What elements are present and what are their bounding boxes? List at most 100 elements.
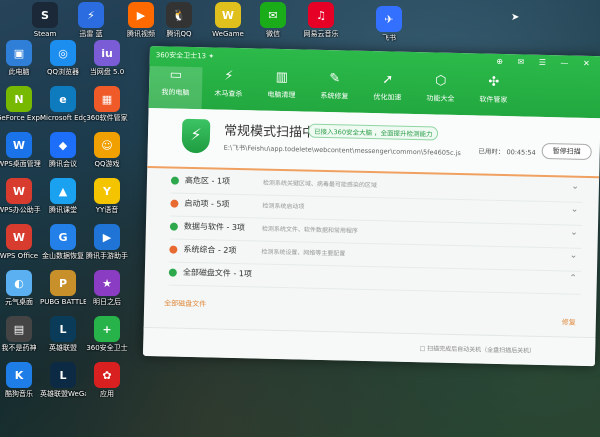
desktop-icon[interactable]: W WeGame: [205, 2, 251, 38]
desktop-icon[interactable]: L 英雄联盟: [40, 316, 86, 352]
desktop-icon[interactable]: ▲ 腾讯课堂: [40, 178, 86, 214]
app-icon: ◐: [6, 270, 32, 296]
chevron-icon[interactable]: ⌄: [570, 228, 578, 238]
app-icon: 🐧: [166, 2, 192, 28]
desktop-icon[interactable]: N GeForce Experience: [0, 86, 42, 122]
app-icon: ♫: [308, 2, 334, 28]
app-icon: ◎: [50, 40, 76, 66]
app-icon: ✿: [94, 362, 120, 388]
desktop-icon[interactable]: K 酷狗音乐: [0, 362, 42, 398]
all-disk-files-sublabel: 全部磁盘文件: [164, 299, 207, 309]
desktop-icon-label: Steam: [33, 30, 57, 38]
desktop-icon[interactable]: ▣ 此电脑: [0, 40, 42, 76]
nav-tab[interactable]: ➚ 优化加速: [361, 71, 415, 114]
mouse-cursor-icon: ➤: [511, 12, 520, 23]
nav-icon: ▥: [275, 69, 289, 86]
scan-item-desc: 检测系统启动项: [262, 202, 305, 211]
desktop-icon[interactable]: ✿ 应用: [84, 362, 130, 398]
scan-item-title: 高危区 - 1项: [184, 175, 231, 186]
chevron-icon[interactable]: ⌃: [569, 274, 577, 284]
desktop-icon[interactable]: ▶ 腾讯手游助手: [84, 224, 130, 260]
app-icon: ✉: [260, 2, 286, 28]
scan-item-desc: 检测系统文件、软件数据和常用程序: [261, 225, 358, 235]
desktop-icon[interactable]: ◐ 元气桌面: [0, 270, 42, 306]
desktop-icon[interactable]: ✈ 飞书: [366, 6, 412, 42]
desktop-icon[interactable]: ⚡ 迅雷 蓝: [68, 2, 114, 38]
nav-tab[interactable]: ⬡ 功能大全: [414, 72, 468, 115]
nav-label: 木马查杀: [214, 89, 243, 99]
app-icon: ★: [94, 270, 120, 296]
desktop-icon-label: YY语音: [95, 206, 119, 214]
nav-tab[interactable]: ▭ 我的电脑: [148, 65, 203, 110]
app-icon: W: [6, 132, 32, 158]
desktop-icon[interactable]: ✉ 微信: [250, 2, 296, 38]
desktop-icon[interactable]: iu 当网盘 5.0: [84, 40, 130, 76]
scan-item-title: 全部磁盘文件 - 1项: [182, 267, 253, 279]
app-icon: W: [6, 178, 32, 204]
desktop-icon[interactable]: W WPS Office: [0, 224, 42, 260]
desktop-icon[interactable]: ◆ 腾讯会议: [40, 132, 86, 168]
chevron-icon[interactable]: ⌄: [571, 182, 579, 192]
scan-title: 常规模式扫描中: [223, 123, 316, 141]
chevron-icon[interactable]: ⌄: [571, 205, 579, 215]
security-brain-badge[interactable]: 已接入360安全大脑 ，全面提升检测能力: [307, 123, 439, 141]
desktop-icon-label: 应用: [100, 390, 114, 398]
desktop-icon[interactable]: ♫ 网易云音乐: [298, 2, 344, 38]
app-icon: ▶: [128, 2, 154, 28]
app-icon: ▣: [6, 40, 32, 66]
desktop-icon[interactable]: P PUBG BATTLEGROUND: [40, 270, 86, 306]
app-icon: ☺: [94, 132, 120, 158]
chevron-icon[interactable]: ⌄: [570, 251, 578, 261]
nav-icon: ✣: [488, 74, 500, 90]
status-dot-icon: [169, 222, 178, 231]
nav-tab[interactable]: ✣ 软件管家: [467, 73, 521, 116]
desktop-icon[interactable]: L 英雄联盟WeGame版: [40, 362, 86, 398]
desktop-icon[interactable]: ☺ QQ游戏: [84, 132, 130, 168]
scan-item-desc: 检测系统设置、网络等主要配置: [261, 248, 346, 258]
desktop-icon[interactable]: W WPS办公助手: [0, 178, 42, 214]
desktop-icon[interactable]: ★ 明日之后: [84, 270, 130, 306]
auto-shutdown-checkbox[interactable]: □ 扫描完成后自动关机（全盘扫描后关机）: [420, 343, 536, 355]
app-icon: S: [32, 2, 58, 28]
app-icon: ▤: [6, 316, 32, 342]
desktop-icon[interactable]: S Steam: [22, 2, 68, 38]
desktop-icon[interactable]: Y YY语音: [84, 178, 130, 214]
desktop-icon[interactable]: ▤ 我不是药神: [0, 316, 42, 352]
nav-tab[interactable]: ▥ 电脑清理: [255, 68, 309, 111]
desktop-icon[interactable]: ▦ 360软件管家: [84, 86, 130, 122]
scan-item-desc: 检测系统关键区域、病毒最可能感染的区域: [262, 179, 377, 190]
desktop-icon-label: 我不是药神: [1, 344, 37, 352]
nav-label: 软件管家: [479, 95, 508, 105]
desktop-icon-label: 元气桌面: [5, 298, 33, 306]
nav-tab[interactable]: ⚡ 木马查杀: [202, 67, 256, 110]
desktop-icon-label: Microsoft Edge: [40, 114, 86, 122]
desktop-icon-label: 英雄联盟: [49, 344, 77, 352]
desktop-icon-label: 金山数据恢复: [42, 252, 84, 260]
pause-scan-button[interactable]: 暂停扫描: [541, 142, 592, 161]
nav-label: 我的电脑: [161, 88, 190, 97]
desktop-icon-label: 此电脑: [8, 68, 30, 76]
desktop-icon-label: WPS桌面管理: [0, 160, 41, 168]
app-icon: e: [50, 86, 76, 112]
desktop-icon[interactable]: 🐧 腾讯QQ: [156, 2, 202, 38]
desktop-icon[interactable]: +360安全卫士: [84, 316, 130, 352]
app-icon: ◆: [50, 132, 76, 158]
scan-items-list: 高危区 - 1项 检测系统关键区域、病毒最可能感染的区域 ⌄ 启动项 - 5项 检测系统…: [168, 170, 584, 295]
desktop-icon-label: 360安全卫士: [86, 344, 128, 352]
window-controls[interactable]: ⊕ ✉ ☰ — ✕: [496, 57, 596, 68]
desktop-icon[interactable]: G 金山数据恢复: [40, 224, 86, 260]
desktop-icon[interactable]: W WPS桌面管理: [0, 132, 42, 168]
repair-link[interactable]: 修复: [562, 317, 576, 327]
desktop-icon[interactable]: ◎ QQ浏览器: [40, 40, 86, 76]
nav-tab[interactable]: ✎ 系统修复: [308, 70, 362, 113]
window-title: 360安全卫士13 ✦: [155, 51, 215, 61]
desktop-icon-label: 明日之后: [93, 298, 121, 306]
app-icon: ⚡: [78, 2, 104, 28]
nav-icon: ➚: [382, 72, 394, 88]
app-icon: Y: [94, 178, 120, 204]
desktop-icon-label: QQ游戏: [94, 160, 120, 168]
app-icon: W: [6, 224, 32, 250]
scan-item-title: 启动项 - 5项: [184, 198, 230, 209]
app-icon: N: [6, 86, 32, 112]
desktop-icon[interactable]: e Microsoft Edge: [40, 86, 86, 122]
